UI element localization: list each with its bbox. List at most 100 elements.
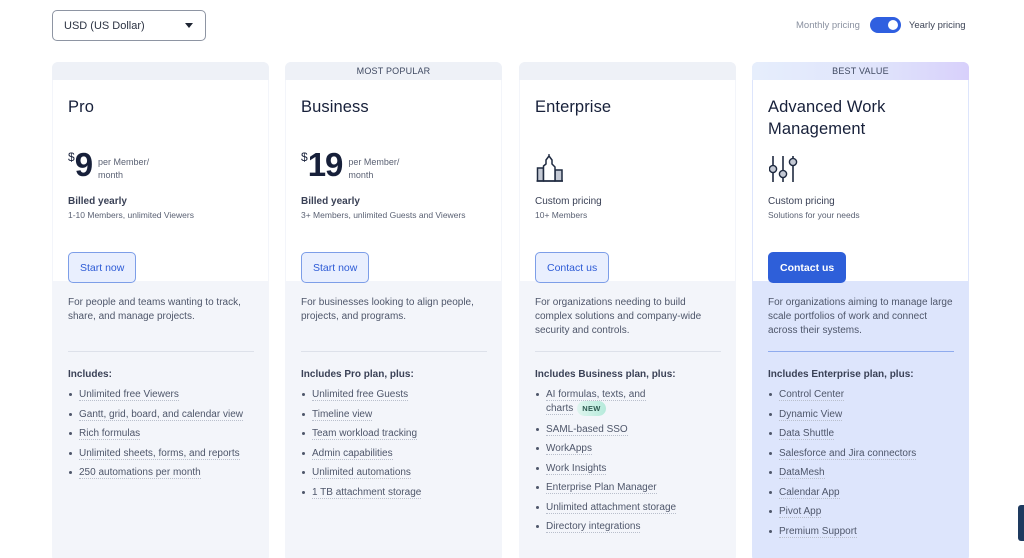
- feature-item: Calendar App: [768, 486, 954, 499]
- feature-link[interactable]: SAML-based SSO: [546, 423, 628, 436]
- feature-item: Premium Support: [768, 525, 954, 538]
- feature-link[interactable]: Team workload tracking: [312, 428, 418, 440]
- includes-title: Includes Enterprise plan, plus:: [768, 369, 914, 380]
- plan-name: Pro: [68, 98, 94, 116]
- feature-link[interactable]: 1 TB attachment storage: [312, 486, 422, 499]
- price-unit-line2: month: [98, 170, 124, 180]
- price: $ 9 per Member/ month: [68, 148, 149, 182]
- currency-symbol: $: [68, 150, 75, 164]
- plan-card-header: Enterprise Custom pricing 10+ Members Co…: [520, 80, 735, 283]
- plan-card-body: For organizations needing to build compl…: [519, 281, 736, 533]
- plan-name-line2: Management: [768, 120, 866, 138]
- plan-card-header: Business $ 19 per Member/ month Billed y…: [286, 80, 501, 283]
- feature-item: Control Center: [768, 388, 954, 401]
- feature-list: Unlimited free Guests Timeline view Team…: [301, 388, 487, 499]
- feature-item: Admin capabilities: [301, 447, 487, 460]
- caret-down-icon: [185, 23, 193, 28]
- contact-us-button[interactable]: Contact us: [768, 252, 847, 283]
- start-now-button[interactable]: Start now: [68, 252, 137, 283]
- plan-banner: [52, 62, 269, 80]
- includes-title: Includes:: [68, 369, 112, 380]
- feedback-side-tab[interactable]: [1018, 505, 1024, 541]
- includes-title: Includes Pro plan, plus:: [301, 369, 414, 380]
- plan-name: Business: [301, 98, 369, 116]
- feature-link[interactable]: Unlimited attachment storage: [546, 501, 677, 514]
- feature-link[interactable]: Work Insights: [546, 462, 607, 475]
- plan-description: For organizations needing to build compl…: [535, 297, 702, 336]
- billing-period-toggle[interactable]: [869, 17, 901, 33]
- feature-link[interactable]: Control Center: [779, 389, 845, 401]
- member-limit: 3+ Members, unlimited Guests and Viewers: [301, 210, 466, 220]
- price-unit-line2: month: [348, 170, 374, 180]
- feature-link[interactable]: Unlimited free Viewers: [79, 389, 179, 401]
- feature-item: 250 automations per month: [68, 466, 254, 479]
- feature-item: Timeline view: [301, 408, 487, 421]
- member-limit: 10+ Members: [535, 210, 588, 220]
- feature-link[interactable]: Premium Support: [779, 525, 857, 538]
- new-badge: NEW: [577, 401, 606, 416]
- feature-item: Unlimited attachment storage: [535, 501, 721, 514]
- plan-card-advanced-work-management: BEST VALUE Advanced Work Management Cust…: [752, 62, 969, 558]
- feature-item: DataMesh: [768, 466, 954, 479]
- most-popular-banner: MOST POPULAR: [285, 62, 502, 80]
- feature-link[interactable]: Rich formulas: [79, 428, 141, 440]
- feature-link[interactable]: Unlimited automations: [312, 467, 411, 479]
- plan-card-body: For organizations aiming to manage large…: [752, 281, 969, 538]
- feature-link[interactable]: Admin capabilities: [312, 447, 393, 460]
- feature-item: Unlimited automations: [301, 466, 487, 479]
- divider: [768, 351, 954, 352]
- plan-name-line1: Advanced Work: [768, 98, 886, 116]
- price-unit-line1: per Member/: [348, 157, 400, 167]
- divider: [535, 351, 721, 352]
- feature-link[interactable]: WorkApps: [546, 443, 592, 455]
- feature-link[interactable]: Unlimited sheets, forms, and reports: [79, 447, 240, 460]
- feature-link[interactable]: DataMesh: [779, 467, 825, 479]
- billing-note: Billed yearly: [68, 196, 127, 207]
- plan-card-body: For businesses looking to align people, …: [285, 281, 502, 499]
- plan-description: For people and teams wanting to track, s…: [68, 297, 241, 322]
- plan-description: For businesses looking to align people, …: [301, 297, 474, 322]
- feature-link[interactable]: 250 automations per month: [79, 467, 201, 479]
- feature-item: Data Shuttle: [768, 427, 954, 440]
- feature-link[interactable]: Gantt, grid, board, and calendar view: [79, 408, 243, 421]
- feature-link[interactable]: Data Shuttle: [779, 428, 835, 440]
- feature-item: SAML-based SSO: [535, 423, 721, 436]
- feature-item: Salesforce and Jira connectors: [768, 447, 954, 460]
- feature-item: Unlimited sheets, forms, and reports: [68, 447, 254, 460]
- plan-card-business: MOST POPULAR Business $ 19 per Member/ m…: [285, 62, 502, 558]
- plan-name: Advanced Work Management: [768, 96, 953, 140]
- pricing-note: Custom pricing: [535, 196, 602, 207]
- feature-link[interactable]: Directory integrations: [546, 521, 641, 533]
- price: $ 19 per Member/ month: [301, 148, 399, 182]
- member-limit: 1-10 Members, unlimited Viewers: [68, 210, 194, 220]
- feature-link[interactable]: Timeline view: [312, 408, 373, 421]
- feature-link[interactable]: Calendar App: [779, 486, 840, 499]
- start-now-button[interactable]: Start now: [301, 252, 370, 283]
- feature-list: Control Center Dynamic View Data Shuttle…: [768, 388, 954, 538]
- plan-subtitle: Solutions for your needs: [768, 210, 860, 220]
- yearly-pricing-label[interactable]: Yearly pricing: [909, 20, 966, 31]
- feature-link[interactable]: Unlimited free Guests: [312, 389, 409, 401]
- feature-link[interactable]: Salesforce and Jira connectors: [779, 447, 917, 460]
- currency-select[interactable]: USD (US Dollar): [52, 10, 206, 41]
- price-amount: 9: [74, 146, 93, 183]
- feature-link[interactable]: Dynamic View: [779, 408, 843, 421]
- feature-item: WorkApps: [535, 442, 721, 455]
- plan-description: For organizations aiming to manage large…: [768, 297, 953, 336]
- price-unit: per Member/ month: [348, 156, 399, 182]
- billing-toggle-group: Monthly pricing Yearly pricing: [796, 17, 966, 33]
- pricing-note: Custom pricing: [768, 196, 835, 207]
- building-icon: [536, 154, 566, 189]
- monthly-pricing-label[interactable]: Monthly pricing: [796, 20, 860, 31]
- billing-note: Billed yearly: [301, 196, 360, 207]
- contact-us-button[interactable]: Contact us: [535, 252, 610, 283]
- feature-item: Directory integrations: [535, 520, 721, 533]
- feature-link[interactable]: Pivot App: [779, 506, 822, 518]
- feature-link[interactable]: Enterprise Plan Manager: [546, 482, 657, 494]
- divider: [301, 351, 487, 352]
- plan-card-enterprise: Enterprise Custom pricing 10+ Members Co…: [519, 62, 736, 558]
- plan-card-header: Advanced Work Management Custom pricing …: [753, 80, 968, 283]
- feature-item: Work Insights: [535, 462, 721, 475]
- feature-item: 1 TB attachment storage: [301, 486, 487, 499]
- price-unit-line1: per Member/: [98, 157, 150, 167]
